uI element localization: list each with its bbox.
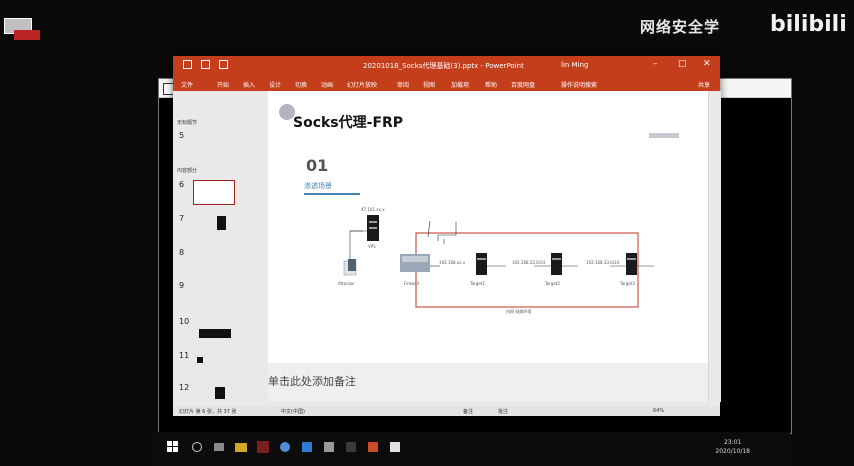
slide-number: 6: [179, 180, 185, 189]
notes-pane[interactable]: 单击此处添加备注: [268, 363, 708, 402]
tab-addins[interactable]: 加载项: [451, 80, 469, 89]
app-icon[interactable]: [344, 440, 358, 454]
tab-review[interactable]: 审阅: [397, 80, 409, 89]
slide-number: 5: [179, 131, 185, 140]
slide-number: 8: [179, 248, 185, 257]
vertical-scrollbar[interactable]: [708, 91, 721, 402]
firewall-label: Firewall: [404, 281, 419, 286]
clock-date: 2020/10/18: [715, 448, 750, 455]
comments-button[interactable]: 批注: [498, 408, 508, 415]
windows-taskbar: 23:01 2020/10/18: [158, 432, 790, 466]
tab-transitions[interactable]: 切换: [295, 80, 307, 89]
slide-thumbnail[interactable]: [193, 131, 233, 143]
tab-file[interactable]: 文件: [181, 80, 193, 89]
user-name[interactable]: lin Ming: [561, 61, 588, 69]
quick-access-toolbar: [183, 60, 243, 71]
powerpoint-window: 20201018_Socks代理基础(3).pptx - PowerPoint …: [173, 56, 721, 416]
corner-logo-icon: [4, 14, 44, 44]
slide-count-text: 幻灯片 第 6 张，共 37 张: [179, 409, 237, 415]
attacker-label: Attacker: [338, 281, 355, 286]
section-header[interactable]: 内容部分: [177, 167, 197, 174]
watermark-text: 网络安全学: [640, 18, 721, 36]
tab-home[interactable]: 开始: [217, 80, 229, 89]
clock-time: 23:01: [724, 439, 742, 446]
link3-label: 192.168.33.0/24: [586, 260, 620, 265]
vps-ip-label: 47.101.xx.x: [361, 207, 385, 212]
close-button[interactable]: ✕: [703, 59, 711, 69]
intranet-label: 内网 网络环境: [506, 308, 531, 314]
tab-baidu[interactable]: 百度网盘: [511, 80, 535, 89]
zoom-level[interactable]: 64%: [653, 408, 664, 414]
app-icon[interactable]: [256, 440, 270, 454]
tab-animations[interactable]: 动画: [321, 80, 333, 89]
titlebar: 20201018_Socks代理基础(3).pptx - PowerPoint …: [173, 56, 720, 75]
link1-label: 192.168.xx.x: [439, 260, 466, 265]
minimize-button[interactable]: –: [653, 59, 658, 69]
tab-help[interactable]: 帮助: [485, 80, 497, 89]
slide-number: 11: [179, 351, 190, 360]
slide-thumbnail[interactable]: [193, 317, 233, 340]
section-header[interactable]: 无标题节: [177, 119, 197, 126]
app-icon[interactable]: [322, 440, 336, 454]
vps-label: VPS: [368, 244, 376, 249]
taskbar-clock[interactable]: 23:01 2020/10/18: [715, 438, 750, 456]
target2-label: Target2: [544, 281, 560, 286]
search-icon[interactable]: [190, 440, 204, 454]
tab-insert[interactable]: 插入: [243, 80, 255, 89]
notes-button[interactable]: 备注: [463, 408, 473, 415]
slide-number: 9: [179, 281, 185, 290]
status-bar: 幻灯片 第 6 张，共 37 张 中文(中国) 备注 批注 64%: [173, 406, 720, 416]
notes-placeholder[interactable]: 单击此处添加备注: [268, 373, 356, 389]
windows-start-icon[interactable]: [166, 440, 180, 454]
desktop: 网络安全学 bilibili 20201018_Socks代理基础(3).ppt…: [0, 0, 854, 466]
slide-canvas[interactable]: Socks代理-FRP 01 渗透场景 47.101.xx.x VPS Atta…: [268, 91, 708, 363]
slide-thumbnail-panel: 无标题节 5 内容部分 6 7 8 9 10 11 12: [173, 91, 268, 406]
tab-design[interactable]: 设计: [269, 80, 281, 89]
target3-server-icon: [626, 253, 637, 275]
slide-number: 12: [179, 383, 190, 392]
maximize-button[interactable]: □: [678, 59, 687, 69]
link2-label: 192.168.22.0/24: [512, 260, 546, 265]
app-icon[interactable]: [278, 440, 292, 454]
app-icon[interactable]: [388, 440, 402, 454]
language-text[interactable]: 中文(中国): [281, 408, 305, 415]
slide-thumbnail[interactable]: [193, 351, 233, 374]
target2-server-icon: [551, 253, 562, 275]
slide-thumbnail-selected[interactable]: [193, 180, 235, 205]
tell-me-search[interactable]: 操作说明搜索: [561, 80, 597, 89]
window-title: 20201018_Socks代理基础(3).pptx - PowerPoint: [363, 62, 524, 70]
slide-number: 10: [179, 317, 190, 326]
bilibili-logo: bilibili: [770, 12, 847, 37]
app-icon[interactable]: [300, 440, 314, 454]
app-icon[interactable]: [366, 440, 380, 454]
undo-icon[interactable]: [201, 60, 210, 69]
tab-view[interactable]: 视图: [423, 80, 435, 89]
intranet-boundary: [415, 232, 639, 308]
network-diagram: 47.101.xx.x VPS Attacker Firewall 192.16…: [338, 207, 654, 314]
slide-thumbnail[interactable]: [193, 383, 233, 406]
target1-label: Target1: [469, 281, 485, 286]
slide-thumbnail[interactable]: [193, 214, 233, 237]
slide-number: 7: [179, 214, 185, 223]
file-explorer-icon[interactable]: [234, 440, 248, 454]
save-icon[interactable]: [183, 60, 192, 69]
ribbon-tabs: 文件 开始 插入 设计 切换 动画 幻灯片放映 审阅 视图 加载项 帮助 百度网…: [173, 75, 720, 91]
tab-slideshow[interactable]: 幻灯片放映: [347, 80, 377, 89]
target3-label: Target3: [619, 281, 635, 286]
target1-server-icon: [476, 253, 487, 275]
task-view-icon[interactable]: [212, 440, 226, 454]
share-button[interactable]: 共享: [698, 80, 710, 89]
redo-icon[interactable]: [219, 60, 228, 69]
